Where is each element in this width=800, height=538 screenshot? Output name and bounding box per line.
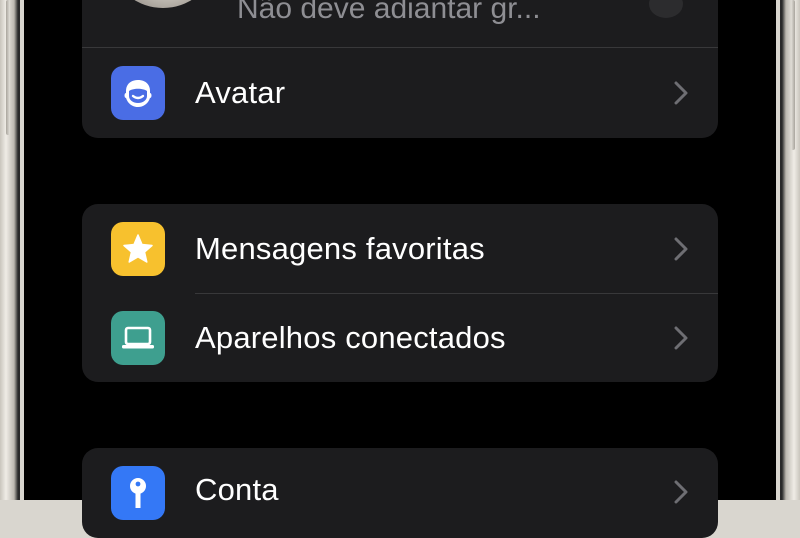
chevron-right-icon [674, 326, 688, 350]
star-icon [111, 222, 165, 276]
settings-item-conta[interactable]: Conta [82, 448, 718, 538]
favorites-devices-group: Mensagens favoritas Aparelhos conectados [82, 204, 718, 382]
chevron-right-icon [674, 480, 688, 504]
side-button-right [791, 0, 795, 150]
side-button-left [6, 0, 10, 135]
settings-item-avatar[interactable]: Avatar [82, 48, 718, 138]
settings-item-label: Conta [195, 472, 279, 507]
account-group: Conta [82, 448, 718, 538]
profile-group: Não deve adiantar gr... Avatar [82, 0, 718, 138]
avatar-icon [111, 66, 165, 120]
profile-status-text: Não deve adiantar gr... [237, 0, 541, 25]
chevron-right-icon [674, 81, 688, 105]
chevron-right-icon [674, 237, 688, 261]
profile-row[interactable]: Não deve adiantar gr... [82, 0, 718, 48]
screen: Não deve adiantar gr... Avatar Mensagens… [24, 0, 776, 538]
laptop-icon [111, 311, 165, 365]
profile-photo[interactable] [116, 0, 210, 8]
key-icon [111, 466, 165, 520]
settings-item-aparelhos-conectados[interactable]: Aparelhos conectados [82, 294, 718, 382]
qr-code-button[interactable] [649, 0, 683, 18]
settings-item-label: Avatar [195, 75, 286, 110]
settings-item-mensagens-favoritas[interactable]: Mensagens favoritas [82, 204, 718, 294]
phone-frame: Não deve adiantar gr... Avatar Mensagens… [0, 0, 800, 538]
settings-item-label: Aparelhos conectados [195, 320, 506, 355]
settings-item-label: Mensagens favoritas [195, 231, 485, 266]
